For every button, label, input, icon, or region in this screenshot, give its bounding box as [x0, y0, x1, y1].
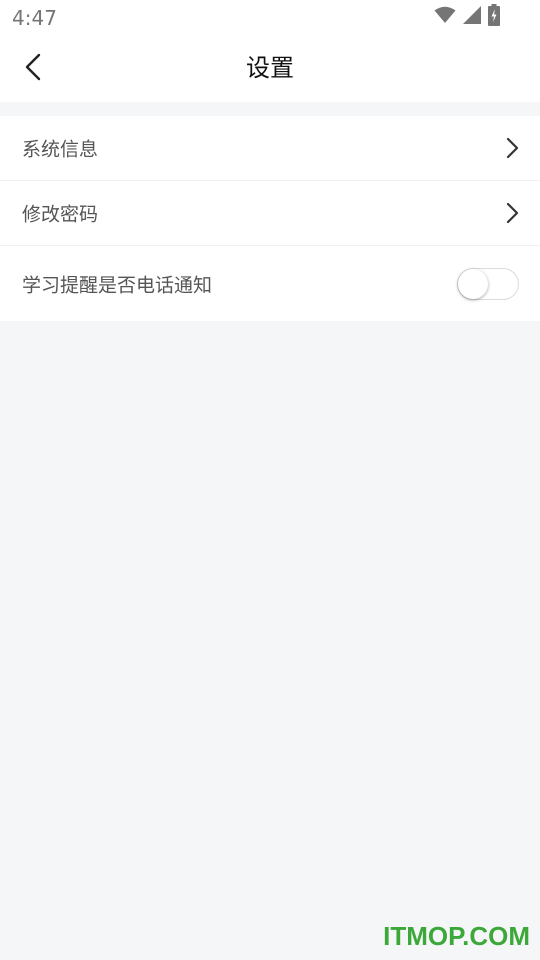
- phone-reminder-toggle[interactable]: [457, 267, 519, 300]
- settings-item-change-password[interactable]: 修改密码: [0, 181, 540, 246]
- cell-signal-icon: [462, 5, 482, 29]
- settings-item-label: 系统信息: [22, 138, 99, 161]
- status-time: 4:47: [12, 6, 57, 30]
- header-bar: 设置: [0, 36, 540, 102]
- battery-charging-icon: [488, 4, 500, 30]
- status-bar: 4:47: [0, 0, 540, 36]
- toggle-knob: [458, 268, 488, 299]
- settings-item-system-info[interactable]: 系统信息: [0, 116, 540, 181]
- chevron-right-icon: [506, 137, 520, 159]
- status-icons: [434, 4, 500, 30]
- settings-list: 系统信息 修改密码 学习提醒是否电话通知: [0, 116, 540, 321]
- settings-item-label: 学习提醒是否电话通知: [22, 274, 213, 296]
- settings-item-label: 修改密码: [22, 203, 99, 226]
- settings-item-phone-reminder: 学习提醒是否电话通知: [0, 246, 540, 321]
- wifi-icon: [434, 6, 456, 28]
- watermark-logo: ITMOP.COM: [383, 921, 530, 951]
- page-title: 设置: [246, 54, 294, 82]
- chevron-right-icon: [506, 202, 520, 224]
